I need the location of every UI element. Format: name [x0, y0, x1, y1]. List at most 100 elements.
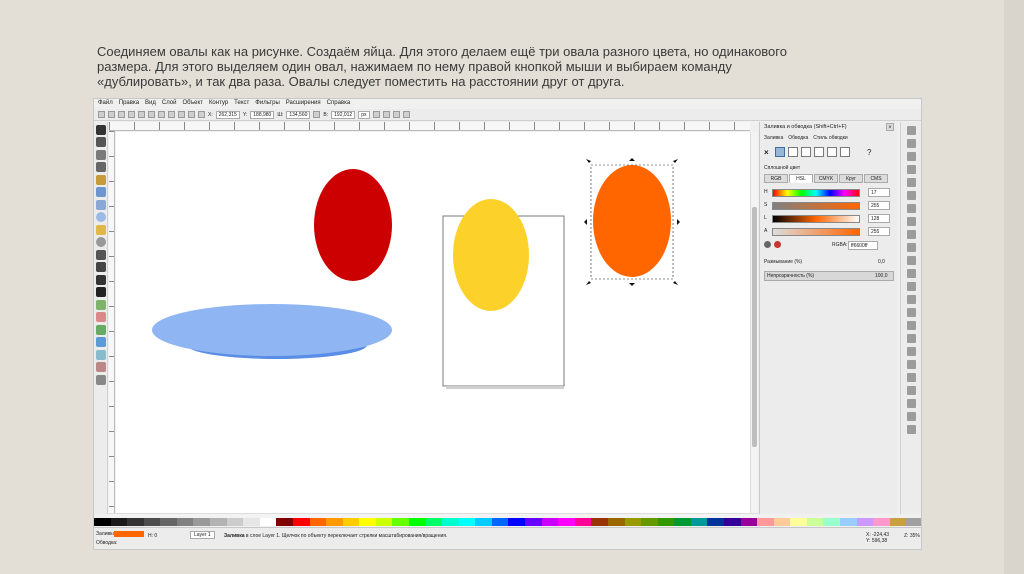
export-icon[interactable] — [907, 191, 916, 200]
tab-fill[interactable]: Заливка — [764, 135, 783, 141]
move-patterns-icon[interactable] — [402, 111, 410, 118]
scale-corners-icon[interactable] — [382, 111, 390, 118]
deselect-icon[interactable] — [118, 111, 125, 118]
cut-icon[interactable] — [907, 243, 916, 252]
connector-tool-icon[interactable] — [96, 374, 106, 385]
palette-swatch[interactable] — [873, 518, 890, 526]
palette-swatch[interactable] — [574, 518, 592, 526]
palette-swatch[interactable] — [641, 518, 658, 526]
menu-text[interactable]: Текст — [234, 99, 249, 108]
width-field[interactable]: 134,560 — [286, 110, 311, 119]
pencil-tool-icon[interactable] — [96, 249, 106, 260]
no-paint-icon[interactable]: × — [764, 148, 772, 157]
palette-swatch[interactable] — [110, 518, 128, 526]
scale-handle-nw[interactable] — [586, 159, 591, 163]
palette-swatch[interactable] — [243, 518, 260, 526]
palette-swatch[interactable] — [773, 518, 791, 526]
palette-swatch[interactable] — [607, 518, 625, 526]
move-gradients-icon[interactable] — [392, 111, 400, 118]
lower-icon[interactable] — [188, 111, 195, 118]
unit-select[interactable]: px — [358, 110, 370, 119]
palette-swatch[interactable] — [309, 518, 327, 526]
rotate-cw-icon[interactable] — [138, 111, 145, 118]
mode-cms[interactable]: CMS — [864, 174, 888, 183]
print-icon[interactable] — [907, 165, 916, 174]
import-icon[interactable] — [907, 178, 916, 187]
palette-swatch[interactable] — [276, 518, 293, 526]
palette-swatch[interactable] — [160, 518, 177, 526]
slider-hue-value[interactable]: 17 — [868, 188, 890, 197]
palette-swatch[interactable] — [143, 518, 161, 526]
close-icon[interactable]: × — [886, 123, 894, 131]
palette-swatch[interactable] — [525, 518, 542, 526]
palette-swatch[interactable] — [392, 518, 409, 526]
unset-paint-icon[interactable]: ? — [867, 148, 875, 157]
slider-saturation-bar[interactable] — [772, 202, 860, 210]
vertical-scroll-thumb[interactable] — [752, 207, 757, 447]
flat-color-icon[interactable] — [775, 147, 785, 157]
palette-swatch[interactable] — [840, 518, 857, 526]
new-document-icon[interactable] — [907, 126, 916, 135]
text-tool-icon[interactable] — [96, 287, 106, 297]
scale-handle-n[interactable] — [629, 158, 635, 161]
palette-swatch[interactable] — [723, 518, 741, 526]
palette-swatch[interactable] — [475, 518, 492, 526]
zoom-tool-icon[interactable] — [96, 162, 106, 172]
slider-lightness-bar[interactable] — [772, 215, 860, 223]
status-opacity[interactable]: Н: 0 — [148, 533, 157, 539]
rgba-field[interactable]: ff6600ff — [848, 241, 878, 250]
red-egg[interactable] — [314, 169, 392, 281]
zoom-selection-icon[interactable] — [907, 269, 916, 278]
pattern-icon[interactable] — [827, 147, 837, 157]
palette-swatch[interactable] — [342, 518, 360, 526]
palette-swatch[interactable] — [508, 518, 526, 526]
tweak-tool-icon[interactable] — [96, 149, 106, 160]
palette-swatch[interactable] — [823, 518, 841, 526]
slider-hue[interactable]: H 17 — [764, 188, 894, 198]
3d-box-tool-icon[interactable] — [96, 199, 106, 210]
flip-vertical-icon[interactable] — [158, 111, 165, 118]
lock-proportions-icon[interactable] — [313, 111, 321, 118]
menu-view[interactable]: Вид — [145, 99, 156, 108]
palette-swatch[interactable] — [193, 518, 211, 526]
ellipse-tool-icon[interactable] — [96, 212, 106, 222]
x-field[interactable]: 262,315 — [215, 110, 240, 119]
palette-swatch[interactable] — [94, 518, 111, 526]
rectangle-tool-icon[interactable] — [96, 187, 106, 197]
swatch-icon[interactable] — [840, 147, 850, 157]
menu-extensions[interactable]: Расширения — [286, 99, 321, 108]
paint-bucket-tool-icon[interactable] — [96, 324, 106, 335]
text-font-icon[interactable] — [907, 386, 916, 395]
color-managed-icon[interactable] — [764, 241, 771, 248]
scale-handle-e[interactable] — [677, 219, 680, 225]
palette-swatch[interactable] — [690, 518, 708, 526]
mesh-tool-icon[interactable] — [96, 349, 106, 360]
menu-file[interactable]: Файл — [98, 99, 113, 108]
scale-handle-se[interactable] — [673, 281, 678, 285]
align-distribute-icon[interactable] — [907, 412, 916, 421]
radial-gradient-icon[interactable] — [801, 147, 811, 157]
mode-rgb[interactable]: RGB — [764, 174, 788, 183]
menu-object[interactable]: Объект — [183, 99, 203, 108]
raise-to-top-icon[interactable] — [168, 111, 175, 118]
palette-swatch[interactable] — [889, 518, 907, 526]
spiral-tool-icon[interactable] — [96, 237, 106, 247]
slider-saturation-value[interactable]: 255 — [868, 201, 890, 210]
palette-swatch[interactable] — [442, 518, 459, 526]
palette-swatch[interactable] — [757, 518, 774, 526]
rotate-ccw-icon[interactable] — [128, 111, 135, 118]
palette-swatch[interactable] — [906, 518, 921, 526]
star-tool-icon[interactable] — [96, 224, 106, 235]
select-all-icon[interactable] — [98, 111, 105, 118]
mode-wheel[interactable]: Круг — [839, 174, 863, 183]
slider-alpha[interactable]: A 255 — [764, 227, 894, 237]
zoom-drawing-icon[interactable] — [907, 282, 916, 291]
palette-swatch[interactable] — [259, 518, 277, 526]
opacity-value[interactable]: 100,0 — [875, 273, 888, 279]
palette-swatch[interactable] — [375, 518, 393, 526]
menu-help[interactable]: Справка — [327, 99, 351, 108]
palette-swatch[interactable] — [326, 518, 343, 526]
clone-icon[interactable] — [907, 321, 916, 330]
slider-lightness[interactable]: L 128 — [764, 214, 894, 224]
layer-selector[interactable]: Layer 1 — [190, 531, 215, 539]
